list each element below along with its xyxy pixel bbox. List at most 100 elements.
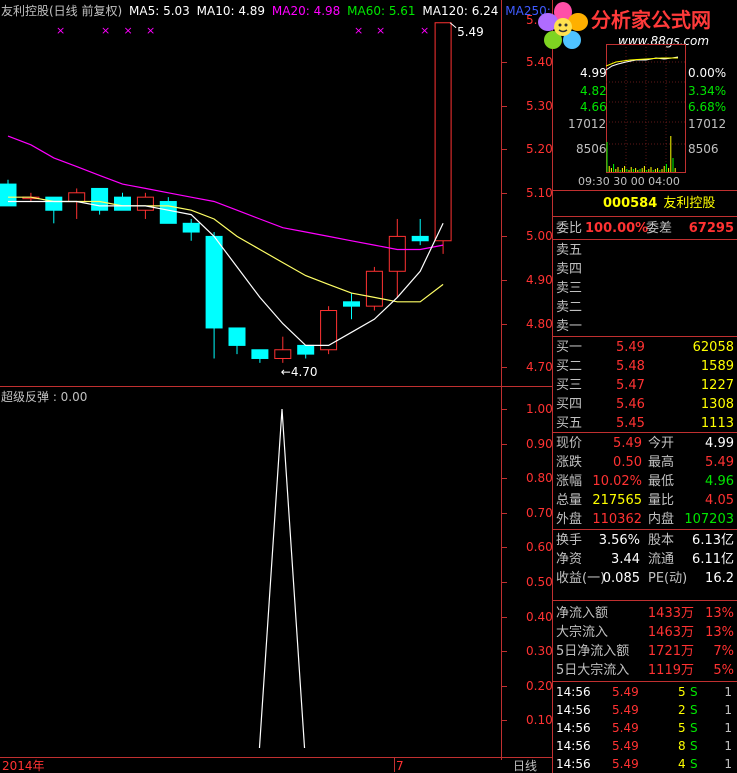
trade-side: S xyxy=(690,739,698,753)
indicator-axis-tick xyxy=(502,512,507,514)
stat-value: 10.02% xyxy=(592,474,642,489)
candle-up[interactable] xyxy=(434,22,452,242)
trade-side: S xyxy=(690,721,698,735)
candle-down[interactable] xyxy=(228,327,246,346)
indicator-axis-label: 0.60 xyxy=(526,540,553,555)
fundamental-label: PE(动) xyxy=(648,571,688,586)
bid-price: 5.49 xyxy=(616,340,645,355)
mini-vol-mid-right: 8506 xyxy=(688,142,719,156)
trade-side: S xyxy=(690,757,698,771)
stat-label: 今开 xyxy=(648,436,675,451)
trade-row[interactable]: 14:56 5.49 5 S 1 xyxy=(556,683,736,701)
period-button[interactable]: 日线 xyxy=(513,759,537,773)
flow-label: 5日大宗流入 xyxy=(556,663,630,678)
bid-price: 5.48 xyxy=(616,359,645,374)
weicha-label: 委差 xyxy=(646,221,673,236)
trade-volume: 2 xyxy=(678,703,686,717)
candle-up[interactable] xyxy=(68,192,86,203)
price-axis-label: 4.80 xyxy=(526,316,553,331)
bid-row[interactable]: 买一 5.49 62058 xyxy=(556,338,736,357)
indicator-axis-label: 0.40 xyxy=(526,609,553,624)
indicator-axis-label: 0.90 xyxy=(526,436,553,451)
flow-percent: 13% xyxy=(705,606,734,621)
ma20-label: MA20: 4.98 xyxy=(271,4,341,18)
candle-up[interactable] xyxy=(388,235,406,272)
trade-time: 14:56 xyxy=(556,703,591,717)
candle-down[interactable] xyxy=(114,196,131,211)
fundamental-row: 收益(一) 0.085 PE(动) 16.2 xyxy=(556,569,736,588)
bid-volume: 1113 xyxy=(700,416,734,431)
trade-row[interactable]: 14:56 5.49 2 S 1 xyxy=(556,701,736,719)
fundamental-row: 净资 3.44 流通 6.11亿 xyxy=(556,550,736,569)
section-line-3 xyxy=(553,239,737,240)
indicator-line xyxy=(258,408,306,748)
indicator-axis-label: 1.00 xyxy=(526,402,553,416)
candle-down[interactable] xyxy=(297,344,315,355)
stat-label: 总量 xyxy=(556,493,583,508)
bid-label: 买五 xyxy=(556,416,583,431)
trade-row[interactable]: 14:56 5.49 4 S 1 xyxy=(556,755,736,773)
kline-chart[interactable]: 5.49 ←4.70 × × × × × × × xyxy=(0,20,501,380)
indicator-axis-tick xyxy=(502,547,507,549)
ma60-label: MA60: 5.61 xyxy=(347,4,416,18)
bid-volume: 1308 xyxy=(700,397,734,412)
signal-marker: × xyxy=(376,24,385,37)
bid-row[interactable]: 买五 5.45 1113 xyxy=(556,414,736,433)
trade-price: 5.49 xyxy=(612,757,639,771)
mini-vol-high-right: 17012 xyxy=(688,117,727,131)
candle-up[interactable] xyxy=(365,270,383,307)
trade-row[interactable]: 14:56 5.49 8 S 1 xyxy=(556,737,736,755)
candle-down[interactable] xyxy=(0,183,17,207)
flow-row: 净流入额 1433万 13% xyxy=(556,604,736,623)
ask-row: 卖四 xyxy=(556,260,736,279)
flow-row: 大宗流入 1463万 13% xyxy=(556,623,736,642)
trade-side: S xyxy=(690,685,698,699)
price-axis-label: 5.20 xyxy=(526,142,553,157)
ask-row: 卖二 xyxy=(556,298,736,317)
fundamental-value: 6.11亿 xyxy=(692,552,734,567)
trade-count: 1 xyxy=(724,721,732,735)
candle-up[interactable] xyxy=(274,349,292,359)
section-line-6 xyxy=(553,529,737,530)
trade-volume: 5 xyxy=(678,721,686,735)
candle-down[interactable] xyxy=(205,235,223,329)
candle-down[interactable] xyxy=(91,187,109,211)
indicator-axis-tick xyxy=(502,651,507,653)
ask-label: 卖一 xyxy=(556,319,583,334)
price-axis-label: 5.30 xyxy=(526,98,553,113)
trade-volume: 5 xyxy=(678,685,686,699)
signal-marker: × xyxy=(124,24,133,37)
candle-down[interactable] xyxy=(159,201,177,224)
fundamental-row: 换手 3.56% 股本 6.13亿 xyxy=(556,531,736,550)
mini-pct-mid: 3.34% xyxy=(688,84,727,98)
bid-row[interactable]: 买四 5.46 1308 xyxy=(556,395,736,414)
price-axis-label: 5.00 xyxy=(526,229,553,244)
candle-up[interactable] xyxy=(136,196,154,211)
mini-intraday-chart[interactable] xyxy=(606,44,686,174)
bid-volume: 1589 xyxy=(700,359,734,374)
trade-count: 1 xyxy=(724,757,732,771)
bid-row[interactable]: 买三 5.47 1227 xyxy=(556,376,736,395)
price-axis-label: 5.40 xyxy=(526,55,553,69)
bid-row[interactable]: 买二 5.48 1589 xyxy=(556,357,736,376)
candle-down[interactable] xyxy=(45,196,63,211)
trade-time: 14:56 xyxy=(556,685,591,699)
candle-up[interactable] xyxy=(320,310,338,351)
trade-row[interactable]: 14:56 5.49 5 S 1 xyxy=(556,719,736,737)
trade-price: 5.49 xyxy=(612,703,639,717)
trade-time: 14:56 xyxy=(556,739,591,753)
fundamental-value: 3.56% xyxy=(598,533,640,548)
candle-down[interactable] xyxy=(182,222,200,233)
candle-down[interactable] xyxy=(343,301,360,307)
flow-value: 1119万 xyxy=(647,663,694,678)
section-line-1 xyxy=(553,190,737,191)
indicator-chart[interactable] xyxy=(0,388,501,748)
price-axis-label: 4.90 xyxy=(526,273,553,287)
flow-value: 1463万 xyxy=(647,625,694,640)
candle-down[interactable] xyxy=(251,349,269,359)
candle-down[interactable] xyxy=(411,235,429,242)
stat-label: 涨幅 xyxy=(556,474,583,489)
section-line-2 xyxy=(553,216,737,217)
price-axis-label: 4.70 xyxy=(526,360,553,375)
signal-marker: × xyxy=(101,24,110,37)
